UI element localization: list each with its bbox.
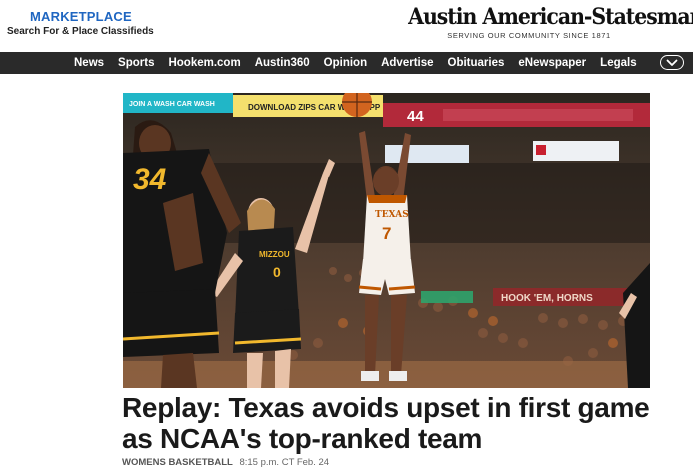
ribbon-left-text: JOIN A WASH CAR WASH: [129, 101, 215, 108]
chevron-down-icon: [666, 59, 678, 66]
nav-item-advertise[interactable]: Advertise: [381, 57, 433, 69]
mizzou-jersey-number-0: 0: [273, 264, 281, 280]
nav-item-enewspaper[interactable]: eNewspaper: [518, 57, 586, 69]
mizzou-jersey-team: MIZZOU: [259, 250, 290, 259]
nav-item-opinion[interactable]: Opinion: [324, 57, 367, 69]
main-nav: News Sports Hookem.com Austin360 Opinion…: [0, 52, 693, 74]
nav-item-news[interactable]: News: [74, 57, 104, 69]
texas-jersey-team: TEXAS: [375, 210, 409, 220]
arena-board-1: [385, 145, 469, 163]
nav-item-hookem[interactable]: Hookem.com: [168, 57, 240, 69]
site-header: MARKETPLACE Search For & Place Classifie…: [0, 0, 693, 52]
masthead-logo[interactable]: Austin American-Statesman SERVING OUR CO…: [399, 4, 693, 40]
scoreboard-score: 44: [407, 108, 424, 125]
nav-item-sports[interactable]: Sports: [118, 57, 154, 69]
mizzou-jersey-number-34: 34: [133, 163, 167, 196]
mizzou-jersey-0: [235, 227, 299, 319]
nav-more-button[interactable]: [660, 55, 684, 70]
marketplace-link[interactable]: MARKETPLACE Search For & Place Classifie…: [7, 9, 154, 37]
hero-photo[interactable]: JOIN A WASH CAR WASH DOWNLOAD ZIPS CAR W…: [123, 93, 650, 388]
nav-item-obituaries[interactable]: Obituaries: [448, 57, 505, 69]
nav-items: News Sports Hookem.com Austin360 Opinion…: [74, 52, 651, 74]
nav-item-legals[interactable]: Legals: [600, 57, 636, 69]
marketplace-title: MARKETPLACE: [30, 9, 132, 24]
marketplace-subtitle: Search For & Place Classifieds: [7, 26, 154, 37]
basketball-photo: JOIN A WASH CAR WASH DOWNLOAD ZIPS CAR W…: [123, 93, 650, 388]
article-headline[interactable]: Replay: Texas avoids upset in first game…: [122, 392, 662, 454]
hook-em-text: HOOK 'EM, HORNS: [501, 293, 593, 304]
texas-jersey-number: 7: [382, 224, 391, 243]
article-meta: WOMENS BASKETBALL 8:15 p.m. CT Feb. 24: [122, 457, 329, 468]
article-category[interactable]: WOMENS BASKETBALL: [122, 457, 233, 468]
nav-item-austin360[interactable]: Austin360: [255, 57, 310, 69]
masthead-tagline: SERVING OUR COMMUNITY SINCE 1871: [447, 31, 611, 40]
article-timestamp: 8:15 p.m. CT Feb. 24: [239, 457, 330, 468]
masthead-title: Austin American-Statesman: [408, 4, 693, 30]
